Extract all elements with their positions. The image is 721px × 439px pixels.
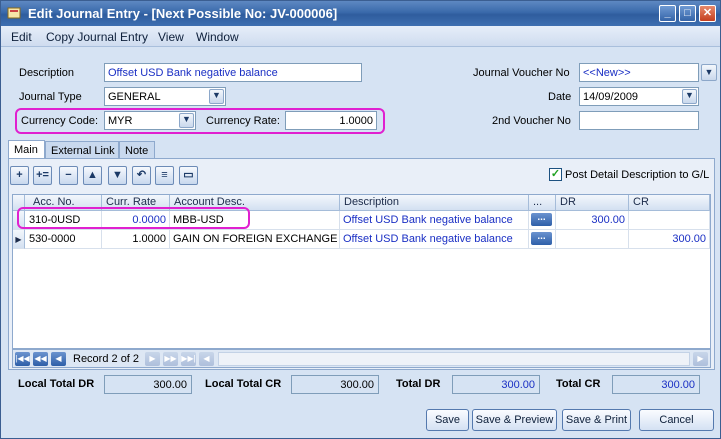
currency-rate-label: Currency Rate:	[206, 115, 280, 127]
column-header-ellipsis[interactable]: ...	[529, 195, 556, 211]
undo-icon[interactable]: ↶	[132, 166, 151, 185]
maximize-button[interactable]: □	[679, 5, 696, 22]
local-total-cr-label: Local Total CR	[205, 378, 282, 390]
app-icon	[7, 7, 21, 19]
menu-edit[interactable]: Edit	[11, 30, 32, 44]
column-header-cr[interactable]: CR	[629, 195, 710, 211]
second-voucher-input[interactable]	[579, 111, 699, 130]
jv-no-dropdown-button[interactable]: ▼	[701, 64, 717, 81]
horizontal-scrollbar[interactable]	[218, 352, 690, 366]
save-button[interactable]: Save	[426, 409, 469, 431]
cell-dr[interactable]	[556, 230, 629, 249]
cell-dr[interactable]: 300.00	[556, 211, 629, 230]
jv-no-input[interactable]: <<New>>	[579, 63, 699, 82]
first-record-icon[interactable]: |◀◀	[15, 352, 30, 366]
cell-cr[interactable]: 300.00	[629, 230, 710, 249]
post-detail-checkbox[interactable]: ✓	[549, 168, 562, 181]
chevron-down-icon[interactable]: ▼	[179, 113, 194, 128]
currency-code-value: MYR	[108, 115, 133, 127]
currency-code-label: Currency Code:	[21, 115, 99, 127]
chevron-down-icon[interactable]: ▼	[209, 89, 224, 104]
cell-ellipsis: ...	[529, 230, 556, 249]
cell-description[interactable]: Offset USD Bank negative balance	[340, 230, 529, 249]
save-preview-button[interactable]: Save & Preview	[472, 409, 557, 431]
menu-view[interactable]: View	[158, 30, 184, 44]
jv-no-label: Journal Voucher No	[473, 67, 570, 79]
cell-description[interactable]: Offset USD Bank negative balance	[340, 211, 529, 230]
move-up-icon[interactable]: ▲	[83, 166, 102, 185]
journal-type-label: Journal Type	[19, 91, 82, 103]
move-down-icon[interactable]: ▼	[108, 166, 127, 185]
date-label: Date	[548, 91, 572, 103]
journal-type-value: GENERAL	[108, 91, 161, 103]
menu-bar: Edit Copy Journal Entry View Window	[1, 26, 720, 47]
date-input[interactable]: 14/09/2009 ▼	[579, 87, 699, 106]
delete-row-icon[interactable]: −	[59, 166, 78, 185]
cancel-button[interactable]: Cancel	[639, 409, 714, 431]
list-icon[interactable]: ≡	[155, 166, 174, 185]
scroll-right-icon[interactable]: ▶	[693, 352, 708, 366]
total-dr-value: 300.00	[452, 375, 540, 394]
description-label: Description	[19, 67, 75, 79]
journal-type-select[interactable]: GENERAL ▼	[104, 87, 226, 106]
journal-entry-window: Edit Journal Entry - [Next Possible No: …	[0, 0, 721, 439]
previous-page-icon[interactable]: ◀◀	[33, 352, 48, 366]
menu-window[interactable]: Window	[196, 30, 239, 44]
window-title: Edit Journal Entry - [Next Possible No: …	[28, 6, 338, 21]
tab-main[interactable]: Main	[8, 140, 45, 160]
local-total-cr-value: 300.00	[291, 375, 379, 394]
insert-row-icon[interactable]: +=	[33, 166, 52, 185]
detail-icon[interactable]: ▭	[179, 166, 198, 185]
record-count: Record 2 of 2	[73, 353, 140, 365]
currency-code-select[interactable]: MYR ▼	[104, 111, 196, 130]
total-dr-label: Total DR	[396, 378, 441, 390]
second-voucher-label: 2nd Voucher No	[492, 115, 571, 127]
currency-rate-input[interactable]: 1.0000	[285, 111, 377, 130]
local-total-dr-value: 300.00	[104, 375, 192, 394]
cell-account-desc[interactable]: GAIN ON FOREIGN EXCHANGE	[170, 230, 340, 249]
next-page-icon[interactable]: ▶▶	[163, 352, 178, 366]
menu-copy-journal-entry[interactable]: Copy Journal Entry	[46, 30, 148, 44]
date-value: 14/09/2009	[583, 91, 639, 103]
minimize-button[interactable]: _	[659, 5, 676, 22]
save-print-button[interactable]: Save & Print	[562, 409, 631, 431]
column-header-dr[interactable]: DR	[556, 195, 629, 211]
scroll-left-icon[interactable]: ◀	[199, 352, 214, 366]
post-detail-label: Post Detail Description to G/L	[565, 169, 710, 181]
row-highlight	[17, 207, 250, 229]
cell-curr-rate[interactable]: 1.0000	[102, 230, 170, 249]
cell-cr[interactable]	[629, 211, 710, 230]
cell-ellipsis: ...	[529, 211, 556, 230]
next-record-icon[interactable]: ▶	[145, 352, 160, 366]
total-cr-label: Total CR	[556, 378, 601, 390]
record-navigator: |◀◀ ◀◀ ◀ Record 2 of 2 ▶ ▶▶ ▶▶| ◀ ▶	[12, 349, 711, 368]
ellipsis-button[interactable]: ...	[531, 232, 552, 245]
description-input[interactable]: Offset USD Bank negative balance	[104, 63, 362, 82]
last-record-icon[interactable]: ▶▶|	[181, 352, 196, 366]
previous-record-icon[interactable]: ◀	[51, 352, 66, 366]
add-row-icon[interactable]: +	[10, 166, 29, 185]
title-bar: Edit Journal Entry - [Next Possible No: …	[1, 1, 720, 26]
close-button[interactable]: ✕	[699, 5, 716, 22]
total-cr-value: 300.00	[612, 375, 700, 394]
column-header-description[interactable]: Description	[340, 195, 529, 211]
ellipsis-button[interactable]: ...	[531, 213, 552, 226]
calendar-dropdown-icon[interactable]: ▼	[682, 89, 697, 104]
row-indicator-current[interactable]: ▶	[13, 230, 25, 249]
cell-acc-no[interactable]: 530-0000	[25, 230, 102, 249]
local-total-dr-label: Local Total DR	[18, 378, 95, 390]
